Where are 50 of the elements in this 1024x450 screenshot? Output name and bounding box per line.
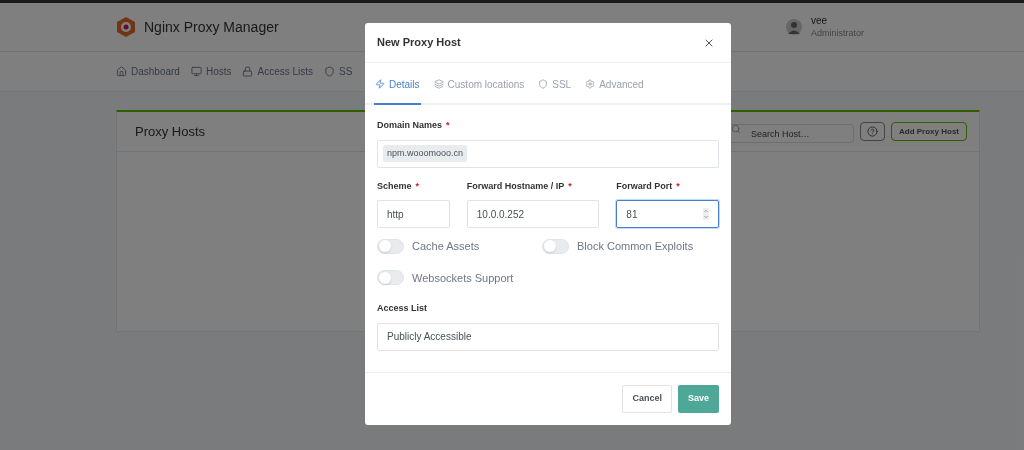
tab[interactable]: Details [374, 65, 421, 105]
domain-tag: npm.wooomooo.cn [383, 144, 468, 163]
required-mark: * [415, 179, 420, 193]
toggle-switch[interactable] [377, 270, 404, 286]
logo-icon [116, 16, 136, 38]
avatar-icon [785, 18, 803, 36]
access-list-select[interactable]: Publicly Accessible [377, 322, 719, 351]
brand-title: Nginx Proxy Manager [144, 17, 279, 37]
shield-icon [538, 79, 549, 89]
gear-icon [585, 79, 596, 89]
field-label: Forward Port [616, 179, 673, 193]
required-mark: * [568, 179, 572, 193]
save-button[interactable]: Save [677, 385, 719, 413]
cancel-button[interactable]: Cancel [622, 385, 672, 413]
shield-icon [324, 66, 336, 77]
spinner-icon[interactable] [703, 208, 709, 220]
required-mark: * [676, 179, 680, 193]
toggle-switch[interactable] [542, 238, 569, 254]
help-icon [867, 126, 878, 137]
add-proxy-host-button[interactable]: Add Proxy Host [891, 122, 967, 141]
required-mark: * [446, 119, 450, 132]
lightning-icon [375, 79, 385, 89]
card-title: Proxy Hosts [135, 122, 206, 141]
toggle-label: Websockets Support [412, 270, 514, 286]
toggle-switch[interactable] [377, 238, 404, 254]
field-label: Scheme [377, 179, 412, 193]
layers-icon [433, 79, 444, 89]
toggle-label: Block Common Exploits [577, 239, 694, 254]
tab[interactable]: Advanced [584, 65, 645, 105]
lock-icon [242, 66, 254, 77]
nav-link[interactable]: Access Lists [242, 64, 314, 79]
nav-link[interactable]: Dashboard [116, 64, 180, 79]
tab[interactable]: SSL [537, 65, 573, 105]
monitor-icon [190, 66, 202, 77]
input-field[interactable]: 10.0.0.252 [466, 200, 600, 228]
domain-names-field[interactable]: npm.wooomooo.cn [377, 139, 719, 168]
help-button[interactable] [860, 122, 885, 141]
field-label: Domain Names [377, 119, 443, 132]
search-icon [731, 123, 741, 134]
input-field[interactable]: 81 [616, 200, 719, 228]
home-icon [116, 66, 127, 77]
nav-link[interactable]: SS [324, 64, 353, 79]
modal-title: New Proxy Host [377, 35, 461, 51]
nav-link[interactable]: Hosts [190, 64, 232, 79]
field-label: Access List [377, 302, 429, 315]
field-label: Forward Hostname / IP [466, 179, 565, 193]
toggle-label: Cache Assets [412, 239, 480, 254]
user-name: vee [811, 15, 829, 28]
tab[interactable]: Custom locations [432, 65, 526, 105]
input-field[interactable]: http [377, 200, 450, 228]
